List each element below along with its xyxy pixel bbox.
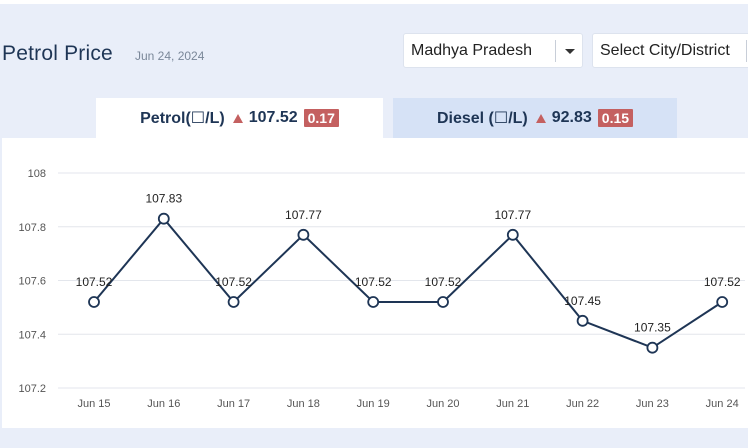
data-point bbox=[506, 228, 519, 241]
data-label: 107.45 bbox=[564, 294, 601, 308]
data-label: 107.52 bbox=[425, 275, 462, 289]
data-label: 107.77 bbox=[494, 208, 531, 222]
data-label: 107.52 bbox=[355, 275, 392, 289]
x-tick-label: Jun 19 bbox=[357, 398, 390, 410]
y-tick-label: 108 bbox=[28, 168, 46, 180]
series-line bbox=[93, 217, 723, 349]
data-label: 107.52 bbox=[704, 275, 741, 289]
x-tick-label: Jun 15 bbox=[77, 398, 110, 410]
y-tick-label: 107.8 bbox=[18, 222, 46, 234]
data-label: 107.83 bbox=[145, 192, 182, 206]
x-tick-label: Jun 17 bbox=[217, 398, 250, 410]
x-tick-label: Jun 23 bbox=[636, 398, 669, 410]
data-point bbox=[437, 296, 449, 308]
data-label: 107.52 bbox=[76, 275, 113, 289]
y-tick-label: 107.4 bbox=[18, 329, 46, 341]
data-point bbox=[646, 341, 659, 354]
x-tick-label: Jun 16 bbox=[147, 398, 180, 410]
y-tick-label: 107.6 bbox=[18, 276, 46, 288]
data-point bbox=[157, 212, 170, 225]
data-point bbox=[227, 296, 240, 308]
data-point bbox=[88, 296, 100, 308]
x-tick-label: Jun 21 bbox=[496, 398, 529, 410]
data-point bbox=[367, 296, 380, 308]
price-line-chart: 107.2 107.4 107.6 107.8 108 Jun 15 Jun 16 Jun 1… bbox=[18, 168, 745, 410]
data-point bbox=[716, 296, 729, 308]
x-tick-label: Jun 24 bbox=[706, 398, 739, 410]
data-label: 107.52 bbox=[215, 275, 252, 289]
data-point bbox=[576, 314, 589, 327]
x-tick-label: Jun 22 bbox=[566, 398, 599, 410]
data-label: 107.35 bbox=[634, 321, 671, 335]
x-tick-label: Jun 20 bbox=[426, 398, 459, 410]
data-label: 107.77 bbox=[285, 208, 322, 222]
data-point bbox=[297, 228, 310, 241]
x-tick-label: Jun 18 bbox=[287, 398, 320, 410]
y-tick-label: 107.2 bbox=[18, 383, 46, 395]
